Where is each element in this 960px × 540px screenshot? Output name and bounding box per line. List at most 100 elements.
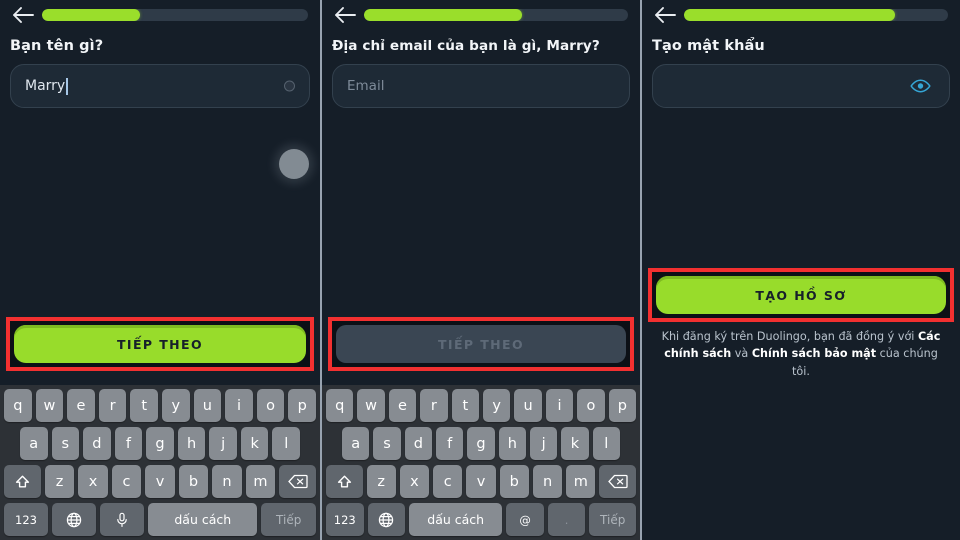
password-input-field[interactable]: [652, 64, 950, 108]
key-l[interactable]: l: [272, 427, 301, 460]
key-u[interactable]: u: [514, 389, 542, 422]
key-j[interactable]: j: [529, 427, 558, 460]
progress-fill-3: [684, 9, 896, 21]
key-n[interactable]: n: [212, 465, 242, 498]
key-i[interactable]: i: [225, 389, 253, 422]
key-l[interactable]: l: [592, 427, 620, 460]
email-input-field[interactable]: Email: [332, 64, 630, 108]
numbers-key[interactable]: 123: [326, 503, 364, 536]
key-e[interactable]: e: [67, 389, 95, 422]
key-c[interactable]: c: [111, 465, 142, 498]
key-m[interactable]: m: [566, 465, 596, 498]
key-h[interactable]: h: [177, 427, 206, 460]
next-key[interactable]: Tiếp: [589, 503, 636, 536]
create-profile-highlight: TẠO HỒ SƠ: [648, 268, 954, 322]
question-label-2: Địa chỉ email của bạn là gì, Marry?: [332, 38, 600, 54]
key-t[interactable]: t: [451, 389, 479, 422]
back-arrow-icon[interactable]: [652, 4, 678, 26]
next-button-1[interactable]: TIẾP THEO: [14, 325, 306, 363]
key-v[interactable]: v: [466, 465, 496, 498]
key-q[interactable]: q: [4, 389, 32, 422]
top-bar-2: [322, 0, 640, 26]
key-k[interactable]: k: [240, 427, 269, 460]
key-g[interactable]: g: [146, 427, 174, 460]
back-arrow-icon[interactable]: [332, 4, 358, 26]
question-label-1: Bạn tên gì?: [10, 38, 104, 54]
key-e[interactable]: e: [388, 389, 417, 422]
at-key[interactable]: @: [506, 503, 544, 536]
key-r[interactable]: r: [98, 389, 127, 422]
three-step-signup-comparison: Bạn tên gì? Marry TIẾP THEO q w e r t y …: [0, 0, 960, 540]
key-r[interactable]: r: [420, 389, 448, 422]
key-h[interactable]: h: [498, 427, 526, 460]
numbers-key[interactable]: 123: [4, 503, 49, 536]
key-w[interactable]: w: [357, 389, 385, 422]
key-t[interactable]: t: [130, 389, 158, 422]
keyboard-row-4: 123 dấu cách Tiếp: [2, 503, 318, 536]
keyboard-row-2: a s d f g h j k l: [2, 427, 318, 460]
panel-password-step: Tạo mật khẩu TẠO HỒ SƠ Khi đăng ký trên …: [640, 0, 960, 540]
key-s[interactable]: s: [373, 427, 401, 460]
name-input-field[interactable]: Marry: [10, 64, 310, 108]
key-w[interactable]: w: [35, 389, 64, 422]
question-label-3: Tạo mật khẩu: [652, 38, 765, 54]
key-s[interactable]: s: [51, 427, 80, 460]
key-z[interactable]: z: [44, 465, 75, 498]
key-o[interactable]: o: [577, 389, 605, 422]
backspace-icon[interactable]: [599, 465, 637, 498]
key-n[interactable]: n: [532, 465, 563, 498]
terms-part-2: và: [731, 347, 752, 361]
keyboard-row-3: z x c v b n m: [2, 465, 318, 498]
space-key[interactable]: dấu cách: [409, 503, 503, 536]
key-d[interactable]: d: [404, 427, 432, 460]
keyboard-row-2: a s d f g h j k l: [324, 427, 638, 460]
key-a[interactable]: a: [342, 427, 370, 460]
key-u[interactable]: u: [193, 389, 222, 422]
key-x[interactable]: x: [399, 465, 430, 498]
key-x[interactable]: x: [78, 465, 108, 498]
back-arrow-icon[interactable]: [10, 4, 36, 26]
key-b[interactable]: b: [499, 465, 529, 498]
key-f[interactable]: f: [114, 427, 143, 460]
next-key[interactable]: Tiếp: [261, 503, 316, 536]
keyboard-row-1: q w e r t y u i o p: [324, 389, 638, 422]
period-key[interactable]: .: [547, 503, 586, 536]
progress-bar-2: [364, 9, 628, 21]
key-c[interactable]: c: [433, 465, 463, 498]
key-y[interactable]: y: [483, 389, 511, 422]
key-d[interactable]: d: [83, 427, 111, 460]
next-button-2[interactable]: TIẾP THEO: [336, 325, 626, 363]
key-v[interactable]: v: [145, 465, 175, 498]
key-j[interactable]: j: [209, 427, 237, 460]
email-input-placeholder: Email: [347, 78, 385, 94]
key-p[interactable]: p: [288, 389, 316, 422]
key-g[interactable]: g: [467, 427, 495, 460]
terms-link-privacy[interactable]: Chính sách bảo mật: [752, 347, 876, 360]
key-m[interactable]: m: [245, 465, 276, 498]
globe-icon[interactable]: [52, 503, 97, 536]
on-screen-keyboard-1[interactable]: q w e r t y u i o p a s d f g h j k l z …: [0, 385, 320, 540]
key-p[interactable]: p: [608, 389, 637, 422]
shift-icon[interactable]: [4, 465, 41, 498]
panel-email-step: Địa chỉ email của bạn là gì, Marry? Emai…: [320, 0, 640, 540]
mic-icon[interactable]: [100, 503, 145, 536]
key-y[interactable]: y: [162, 389, 190, 422]
key-a[interactable]: a: [19, 427, 48, 460]
key-q[interactable]: q: [325, 389, 354, 422]
keyboard-row-1: q w e r t y u i o p: [2, 389, 318, 422]
key-z[interactable]: z: [366, 465, 396, 498]
backspace-icon[interactable]: [279, 465, 316, 498]
key-b[interactable]: b: [178, 465, 209, 498]
space-key[interactable]: dấu cách: [148, 503, 258, 536]
on-screen-keyboard-2[interactable]: q w e r t y u i o p a s d f g h j k l z …: [322, 385, 640, 540]
shift-icon[interactable]: [326, 465, 363, 498]
key-o[interactable]: o: [256, 389, 285, 422]
progress-bar-3: [684, 9, 948, 21]
globe-icon[interactable]: [367, 503, 406, 536]
key-k[interactable]: k: [561, 427, 589, 460]
key-i[interactable]: i: [545, 389, 574, 422]
show-password-eye-icon[interactable]: [910, 79, 931, 94]
create-profile-button[interactable]: TẠO HỒ SƠ: [656, 276, 946, 314]
clear-input-icon[interactable]: [284, 80, 295, 92]
key-f[interactable]: f: [436, 427, 464, 460]
